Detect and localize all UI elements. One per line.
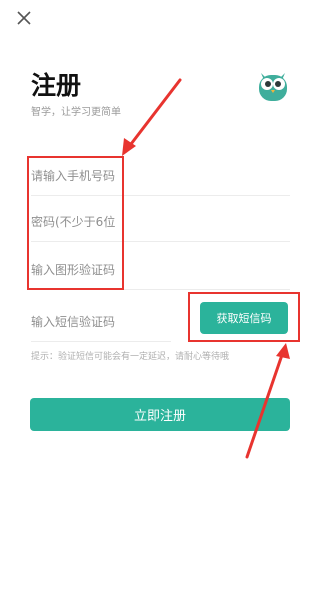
annotation-arrow-top: [126, 78, 182, 150]
annotation-box-fields: [27, 156, 124, 290]
close-icon[interactable]: [14, 8, 34, 28]
page-title: 注册: [31, 71, 82, 100]
sms-code-field[interactable]: [31, 303, 171, 342]
sms-delay-tip: 提示：验证短信可能会有一定延迟，请耐心等待哦: [31, 352, 230, 362]
owl-mascot-icon: [255, 67, 291, 103]
annotation-box-sms-button: [188, 292, 300, 342]
page-subtitle: 智学，让学习更简单: [31, 107, 121, 118]
sms-code-input[interactable]: [31, 303, 171, 341]
register-button[interactable]: 立即注册: [30, 398, 290, 431]
